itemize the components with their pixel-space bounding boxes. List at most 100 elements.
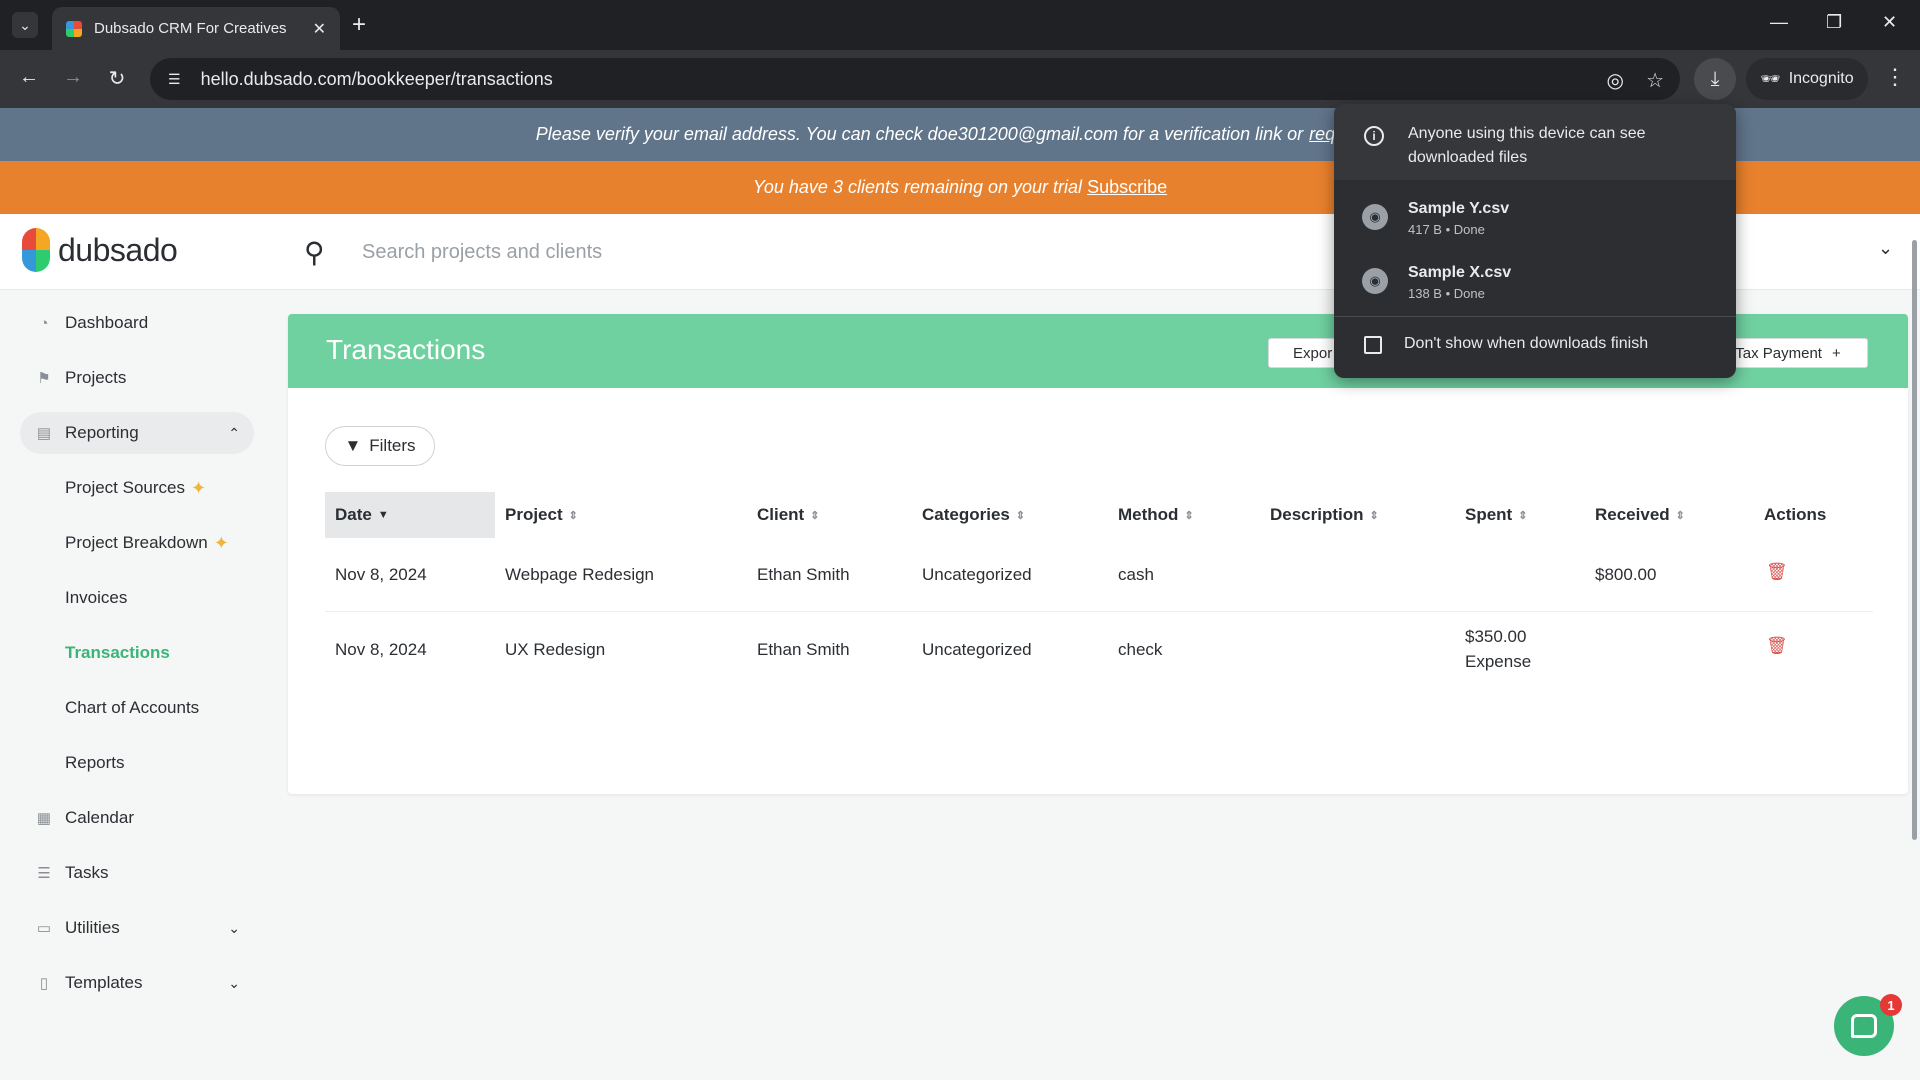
sidebar-item-label: Tasks xyxy=(65,863,109,882)
incognito-file-icon: ◉ xyxy=(1362,204,1388,230)
transactions-panel: Transactions Expor Tax Payment + ▼ Filte… xyxy=(288,314,1908,794)
delete-icon[interactable]: 🗑 xyxy=(1766,562,1788,582)
incognito-file-icon: ◉ xyxy=(1362,268,1388,294)
sort-icon: ⇕ xyxy=(568,509,578,522)
back-icon[interactable]: ← xyxy=(16,66,42,89)
dont-show-label[interactable]: Don't show when downloads finish xyxy=(1404,335,1648,353)
dubsado-favicon-icon xyxy=(66,20,82,37)
logo-text: dubsado xyxy=(58,231,178,268)
eye-off-icon[interactable]: ◎ xyxy=(1607,68,1624,93)
downloads-warning-text: Anyone using this device can see downloa… xyxy=(1408,125,1646,166)
close-tab-icon[interactable]: ✕ xyxy=(313,19,326,39)
new-tab-icon[interactable]: + xyxy=(352,12,366,38)
sidebar-item-utilities[interactable]: ▭ Utilities ⌄ xyxy=(20,907,254,949)
cell-date: Nov 8, 2024 xyxy=(335,565,427,584)
sidebar-sub-invoices[interactable]: Invoices xyxy=(65,577,127,619)
sort-desc-icon: ▼ xyxy=(377,509,389,521)
delete-icon[interactable]: 🗑 xyxy=(1766,636,1788,656)
url-text: hello.dubsado.com/bookkeeper/transaction… xyxy=(200,68,553,89)
column-header-client[interactable]: Client ⇕ xyxy=(757,492,819,538)
incognito-label: Incognito xyxy=(1788,70,1854,87)
sidebar-item-dashboard[interactable]: ◔ Dashboard xyxy=(20,302,254,344)
cell-client[interactable]: Ethan Smith xyxy=(757,640,850,660)
download-item[interactable]: ◉ Sample Y.csv 417 B • Done xyxy=(1334,188,1736,252)
subscribe-link[interactable]: Subscribe xyxy=(1087,177,1167,198)
cell-client[interactable]: Ethan Smith xyxy=(757,565,850,585)
sidebar-item-label: Utilities xyxy=(65,918,120,937)
sidebar-item-projects[interactable]: ⚑ Projects xyxy=(20,357,254,399)
cell-method: cash xyxy=(1118,565,1154,584)
cell-received: $800.00 xyxy=(1595,565,1657,584)
sidebar-item-label: Dashboard xyxy=(65,313,149,332)
info-icon: i xyxy=(1364,126,1384,146)
reload-icon[interactable]: ↻ xyxy=(104,66,130,91)
templates-icon: ▯ xyxy=(39,975,49,992)
restore-icon[interactable]: ❐ xyxy=(1826,12,1842,33)
column-header-method[interactable]: Method ⇕ xyxy=(1118,492,1194,538)
column-header-description[interactable]: Description ⇕ xyxy=(1270,492,1379,538)
sparkle-icon: ✦ xyxy=(213,532,229,553)
sidebar-item-tasks[interactable]: ☰ Tasks xyxy=(20,852,254,894)
tab-search-button[interactable]: ⌄ xyxy=(12,12,38,38)
column-header-project[interactable]: Project ⇕ xyxy=(505,492,578,538)
plus-icon: + xyxy=(1831,344,1841,362)
browser-toolbar: ← → ↻ ☰ hello.dubsado.com/bookkeeper/tra… xyxy=(0,50,1920,108)
dubsado-logo-icon xyxy=(22,228,50,272)
page-scrollbar[interactable] xyxy=(1912,240,1917,840)
download-icon[interactable]: ⤓ xyxy=(1694,58,1736,100)
sidebar-item-reporting[interactable]: ▤ Reporting ⌃ xyxy=(20,412,254,454)
search-icon[interactable]: ⚲ xyxy=(304,236,325,269)
download-meta: 138 B • Done xyxy=(1408,286,1485,301)
download-item[interactable]: ◉ Sample X.csv 138 B • Done xyxy=(1334,252,1736,316)
cell-method: check xyxy=(1118,640,1163,659)
reporting-icon: ▤ xyxy=(36,425,52,442)
sort-icon: ⇕ xyxy=(1369,509,1379,522)
incognito-button[interactable]: 🕶 Incognito xyxy=(1746,58,1868,100)
downloads-popup: i Anyone using this device can see downl… xyxy=(1334,104,1736,378)
sidebar-item-calendar[interactable]: ▦ Calendar xyxy=(20,797,254,839)
address-bar[interactable]: ☰ hello.dubsado.com/bookkeeper/transacti… xyxy=(150,58,1680,100)
column-header-spent[interactable]: Spent ⇕ xyxy=(1465,492,1527,538)
sidebar-item-label: Projects xyxy=(65,368,127,387)
filter-icon: ▼ xyxy=(344,436,362,455)
sidebar-sub-chart-of-accounts[interactable]: Chart of Accounts xyxy=(65,687,199,729)
cell-project[interactable]: UX Redesign xyxy=(505,640,605,660)
browser-menu-icon[interactable]: ⋮ xyxy=(1884,64,1906,90)
sidebar-sub-project-breakdown[interactable]: Project Breakdown ✦ xyxy=(65,522,229,564)
chevron-up-icon: ⌃ xyxy=(228,424,240,441)
browser-tab[interactable]: Dubsado CRM For Creatives ✕ xyxy=(52,7,340,50)
sidebar-sub-transactions[interactable]: Transactions xyxy=(65,632,170,674)
incognito-icon: 🕶 xyxy=(1760,71,1781,88)
sparkle-icon: ✦ xyxy=(191,477,207,498)
dubsado-logo[interactable]: dubsado xyxy=(22,228,178,272)
sidebar-item-label: Reporting xyxy=(65,423,139,442)
account-chevron-down-icon[interactable]: ⌄ xyxy=(1878,238,1893,259)
search-input[interactable] xyxy=(362,234,1062,270)
download-filename: Sample Y.csv xyxy=(1408,200,1510,217)
cell-category: Uncategorized xyxy=(922,640,1032,659)
cell-project[interactable]: Webpage Redesign xyxy=(505,565,654,585)
sidebar-item-label: Templates xyxy=(65,973,143,992)
bookmark-star-icon[interactable]: ☆ xyxy=(1646,68,1664,93)
column-header-categories[interactable]: Categories ⇕ xyxy=(922,492,1025,538)
dashboard-icon: ◔ xyxy=(39,314,49,332)
downloads-warning: i Anyone using this device can see downl… xyxy=(1334,104,1736,180)
sidebar-item-templates[interactable]: ▯ Templates ⌄ xyxy=(20,962,254,1004)
filters-label: Filters xyxy=(369,436,416,455)
site-info-icon[interactable]: ☰ xyxy=(168,71,181,88)
chat-unread-badge: 1 xyxy=(1880,994,1902,1016)
forward-icon[interactable]: → xyxy=(60,66,86,89)
column-header-received[interactable]: Received ⇕ xyxy=(1595,492,1685,538)
minimize-icon[interactable]: — xyxy=(1770,12,1788,33)
filters-button[interactable]: ▼ Filters xyxy=(325,426,435,466)
cell-spent-type: Expense xyxy=(1465,652,1532,671)
cell-category: Uncategorized xyxy=(922,565,1032,584)
sidebar-sub-reports[interactable]: Reports xyxy=(65,742,125,784)
sidebar-sub-project-sources[interactable]: Project Sources ✦ xyxy=(65,467,206,509)
column-header-date[interactable]: Date ▼ xyxy=(325,492,495,538)
cell-date: Nov 8, 2024 xyxy=(335,640,427,659)
window-close-icon[interactable]: ✕ xyxy=(1882,12,1897,33)
cell-spent: $350.00 xyxy=(1465,627,1527,646)
sort-icon: ⇕ xyxy=(1675,509,1685,522)
dont-show-checkbox[interactable] xyxy=(1364,336,1382,354)
